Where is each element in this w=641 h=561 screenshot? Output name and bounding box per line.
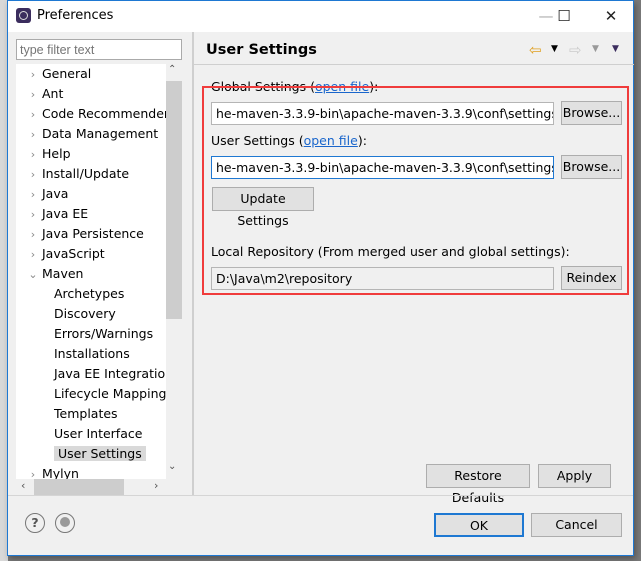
tree-item[interactable]: › Install/Update [24, 164, 129, 184]
header-divider [194, 64, 634, 65]
splitter[interactable] [192, 32, 194, 495]
chevron-right-icon[interactable]: › [24, 65, 42, 85]
tree-item-label: General [42, 66, 92, 81]
preferences-dialog: Preferences — ☐ ✕ ›General›Ant›Code Reco… [7, 0, 634, 556]
tree-item[interactable]: › Java EE [24, 204, 88, 224]
tree-item-label: User Interface [54, 426, 143, 441]
back-arrow-icon[interactable]: ⇦ [529, 41, 542, 59]
scroll-down-icon[interactable]: ⌄ [168, 461, 176, 472]
tree-item[interactable]: › Code Recommenders [24, 104, 166, 124]
tree-item-label: Java Persistence [42, 226, 144, 241]
chevron-right-icon[interactable]: › [24, 225, 42, 245]
tree-item[interactable]: Lifecycle Mapping [54, 384, 166, 404]
cancel-button[interactable]: Cancel [531, 513, 622, 537]
filter-input[interactable] [16, 39, 182, 60]
tree-item[interactable]: User Settings [54, 444, 146, 464]
tree-item-label: Install/Update [42, 166, 130, 181]
tree-item[interactable]: Errors/Warnings [54, 324, 153, 344]
chevron-right-icon[interactable]: › [24, 185, 42, 205]
chevron-right-icon[interactable]: › [24, 145, 42, 165]
tree-item-label: Code Recommenders [42, 106, 166, 121]
tree-item-label: User Settings [54, 446, 146, 461]
back-dropdown-icon[interactable]: ▼ [551, 44, 558, 54]
scroll-up-icon[interactable]: ⌃ [168, 64, 176, 75]
forward-arrow-icon[interactable]: ⇨ [569, 41, 582, 59]
tree-item[interactable]: › Ant [24, 84, 64, 105]
tree-item[interactable]: › Java Persistence [24, 224, 144, 244]
tree-item[interactable]: User Interface [54, 424, 142, 444]
forward-dropdown-icon[interactable]: ▼ [592, 44, 599, 54]
apply-button[interactable]: Apply [538, 464, 611, 488]
tree-item-label: Java [42, 186, 69, 201]
tree-item-label: Lifecycle Mapping [54, 386, 166, 401]
restore-defaults-button[interactable]: Restore Defaults [426, 464, 530, 505]
chevron-right-icon[interactable]: › [24, 165, 42, 185]
tree-item[interactable]: ⌄ Maven [24, 264, 83, 284]
tree-item[interactable]: › JavaScript [24, 244, 105, 264]
tree-item-label: Java EE [42, 206, 89, 221]
chevron-right-icon[interactable]: › [24, 85, 42, 105]
tree-item-label: Discovery [54, 306, 116, 321]
tree-item-label: Archetypes [54, 286, 125, 301]
view-menu-icon[interactable]: ▼ [612, 44, 619, 54]
tree-item[interactable]: › Help [24, 144, 71, 164]
tree-item[interactable]: Installations [54, 344, 130, 364]
tree-item-label: Data Management [42, 126, 159, 141]
highlight-box [202, 86, 629, 295]
tree-item-label: Maven [42, 266, 84, 281]
tree-item-label: JavaScript [42, 246, 105, 261]
horizontal-scroll-thumb[interactable] [34, 479, 124, 495]
tree-item[interactable]: Java EE Integration [54, 364, 166, 384]
tree-item[interactable]: › General [24, 64, 91, 84]
chevron-right-icon[interactable]: › [24, 125, 42, 145]
tree-item[interactable]: Archetypes [54, 284, 124, 304]
tree-item-label: Help [42, 146, 71, 161]
window-title: Preferences [37, 8, 114, 23]
tree-item[interactable]: Templates [54, 404, 118, 424]
tree-item[interactable]: › Data Management [24, 124, 158, 144]
page-title: User Settings [206, 42, 317, 58]
scroll-right-icon[interactable]: › [154, 479, 158, 492]
tree-item-label: Errors/Warnings [54, 326, 154, 341]
chevron-down-icon[interactable]: ⌄ [24, 265, 42, 285]
chevron-right-icon[interactable]: › [24, 245, 42, 265]
vertical-scroll-thumb[interactable] [166, 81, 182, 319]
ok-button[interactable]: OK [434, 513, 524, 537]
preferences-tree: › General › Ant › Code Recommenders › Data Mana… [16, 64, 166, 481]
record-icon[interactable] [55, 513, 75, 533]
eclipse-icon [16, 8, 31, 23]
maximize-button[interactable]: ☐ [549, 5, 579, 27]
footer-divider [8, 495, 633, 496]
help-icon[interactable]: ? [25, 513, 45, 533]
tree-item-label: Java EE Integration [54, 366, 166, 381]
tree-item[interactable]: Discovery [54, 304, 116, 324]
close-button[interactable]: ✕ [596, 5, 626, 27]
tree-item-label: Ant [42, 86, 64, 101]
chevron-right-icon[interactable]: › [24, 205, 42, 225]
chevron-right-icon[interactable]: › [24, 105, 42, 125]
tree-item-label: Templates [54, 406, 118, 421]
tree-item[interactable]: › Java [24, 184, 69, 205]
tree-item-label: Installations [54, 346, 130, 361]
title-bar: Preferences — ☐ ✕ [8, 1, 633, 32]
scroll-left-icon[interactable]: ‹ [21, 479, 25, 492]
